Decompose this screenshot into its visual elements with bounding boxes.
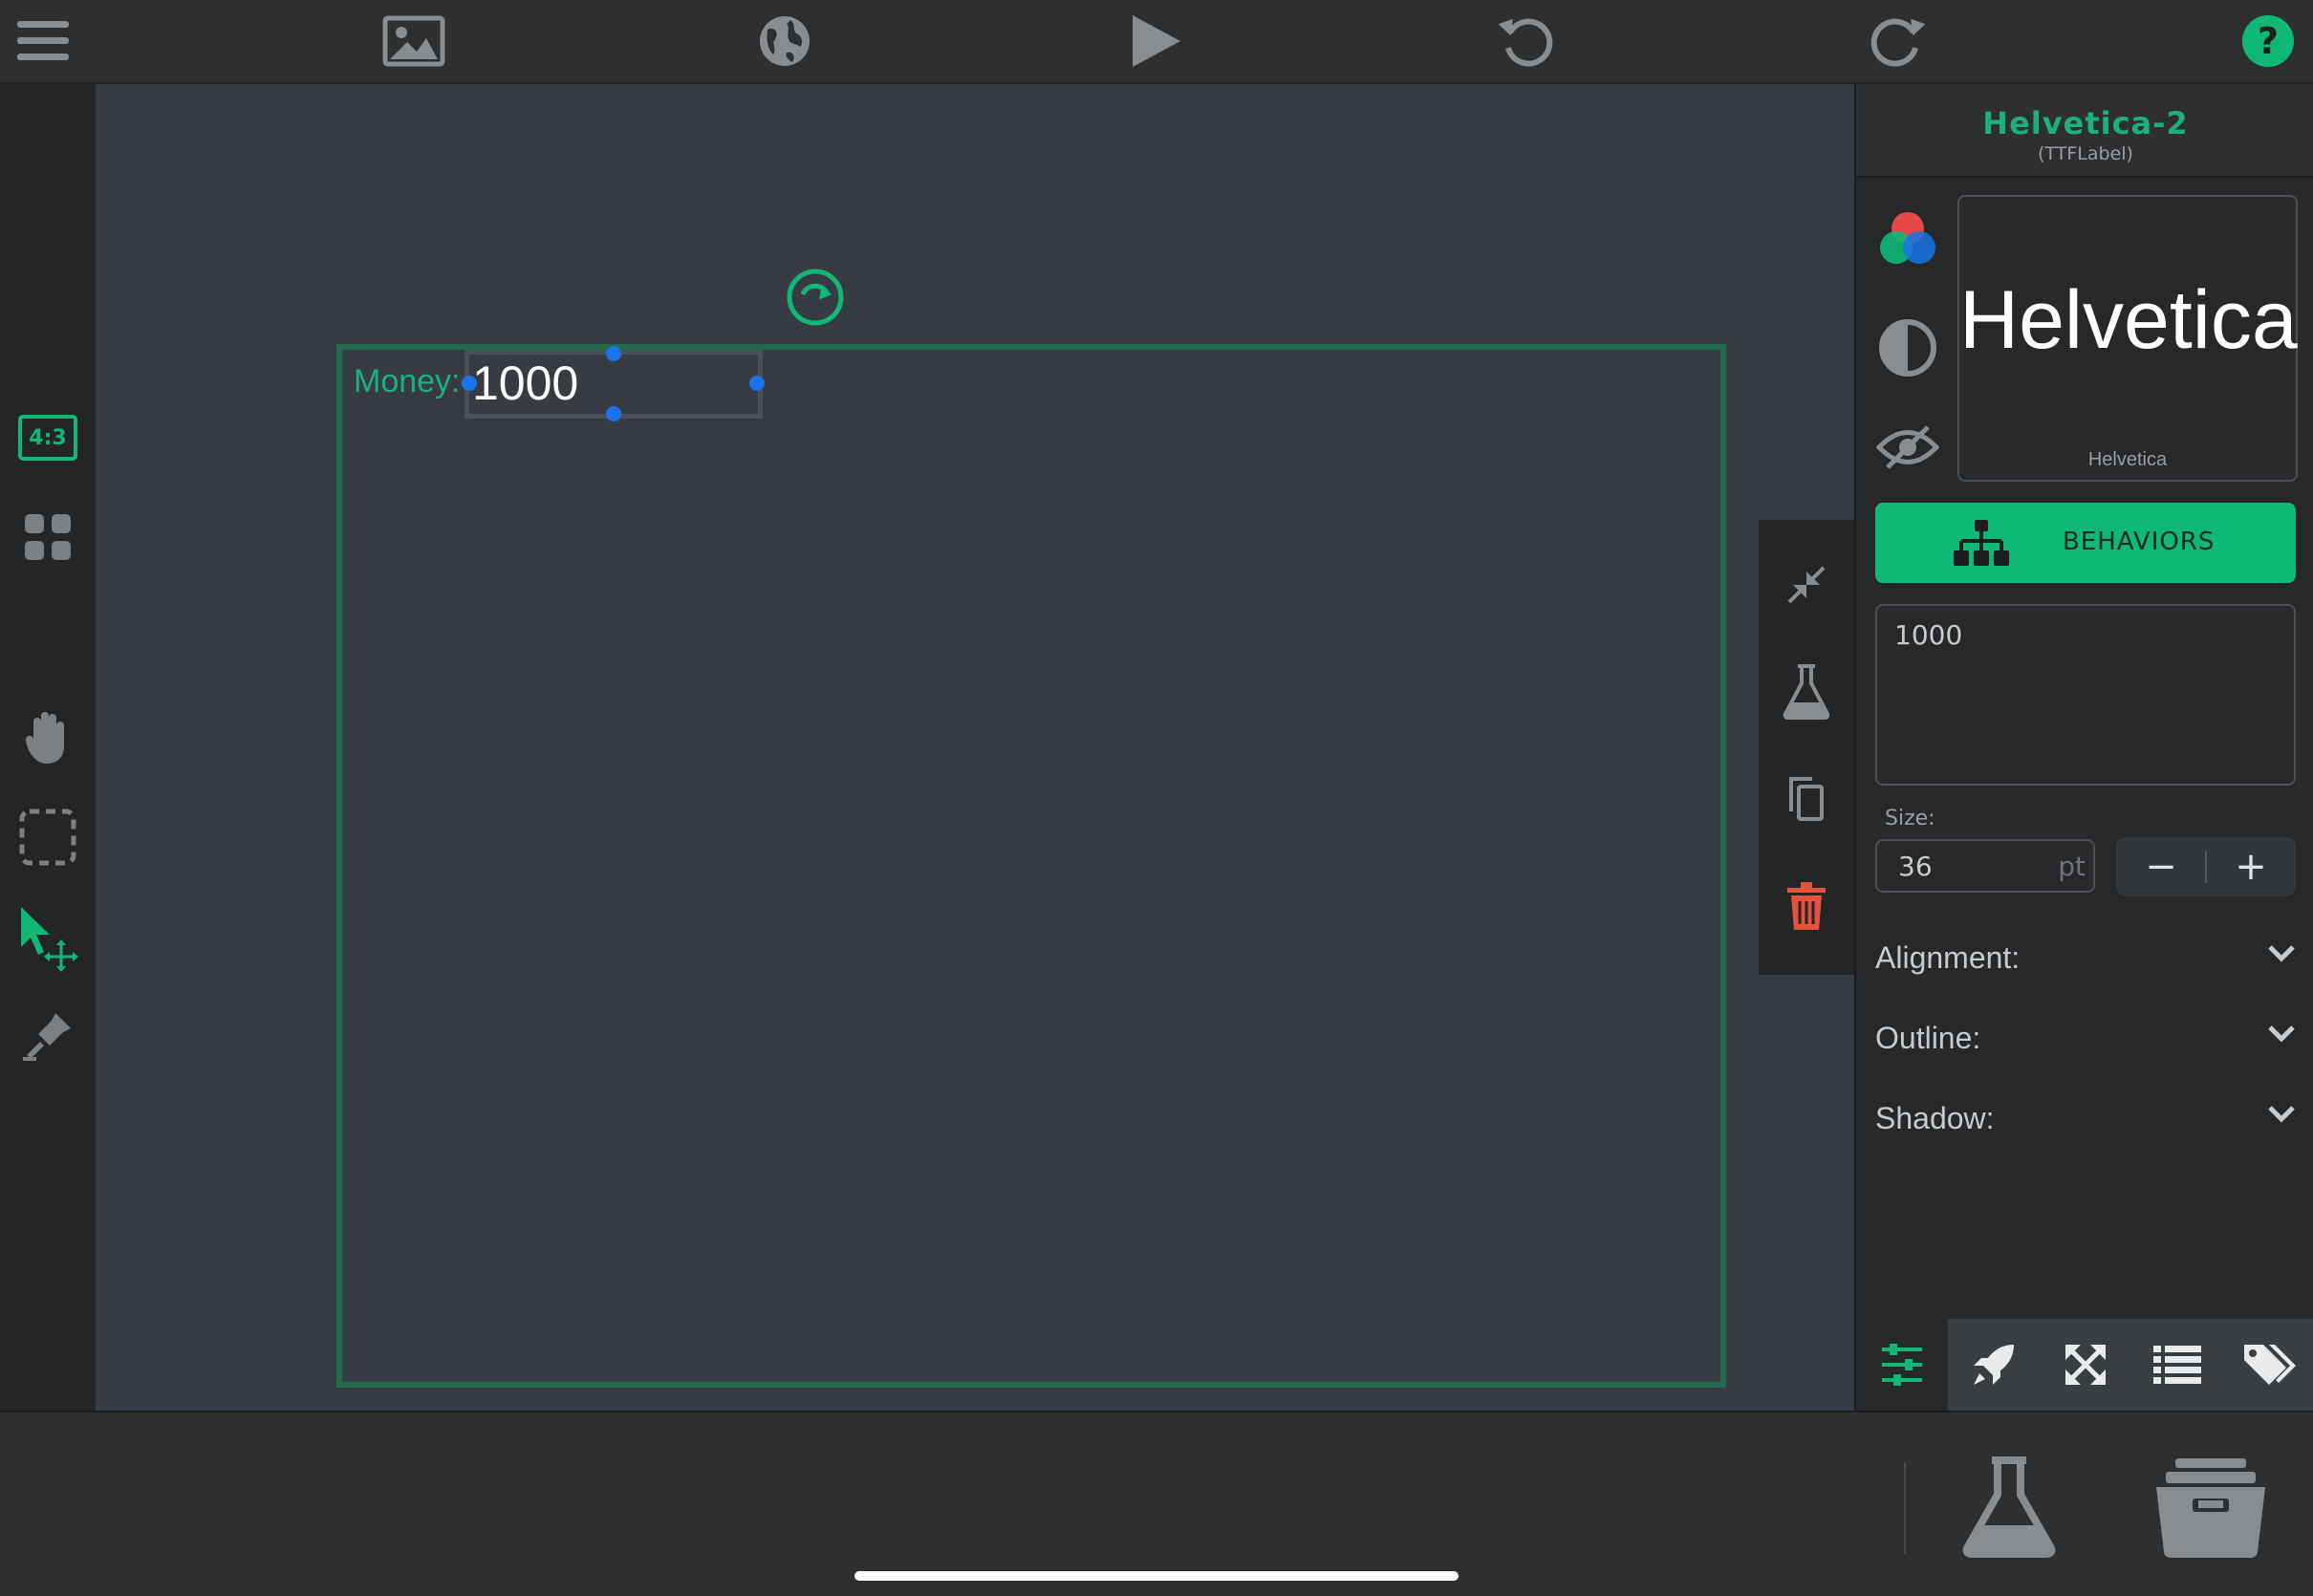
outline-row[interactable]: Outline: (1875, 1009, 2296, 1067)
size-value: 36 (1898, 851, 1933, 882)
flask-icon[interactable] (1774, 659, 1839, 724)
svg-text:?: ? (2258, 20, 2279, 62)
inspector-header: Helvetica-2 (TTFLabel) (1856, 84, 2313, 178)
size-label: Size: (1885, 807, 1935, 830)
play-icon[interactable] (1122, 10, 1189, 73)
chevron-down-icon (2268, 1106, 2295, 1123)
aspect-ratio-button[interactable]: 4:3 (11, 401, 84, 474)
inspector-tabs (1856, 1319, 2313, 1411)
copy-icon[interactable] (1774, 766, 1839, 831)
shadow-row[interactable]: Shadow: (1875, 1089, 2296, 1147)
resize-handle-top[interactable] (606, 346, 621, 361)
rocket-icon[interactable] (1948, 1319, 2040, 1411)
size-input[interactable]: 36 pt (1875, 839, 2095, 893)
hand-icon[interactable] (11, 701, 84, 774)
hierarchy-icon (1954, 520, 2009, 566)
scene-frame[interactable] (336, 344, 1726, 1388)
bottom-divider (1904, 1462, 1906, 1554)
size-stepper: − + (2116, 837, 2296, 896)
collapse-icon[interactable] (1774, 552, 1839, 617)
alignment-label: Alignment: (1875, 940, 2021, 975)
decrease-size-button[interactable]: − (2116, 837, 2206, 896)
move-select-icon[interactable] (11, 902, 84, 975)
home-indicator[interactable] (854, 1571, 1459, 1581)
object-type: (TTFLabel) (2038, 143, 2133, 164)
resize-handle-bottom[interactable] (606, 406, 621, 421)
menu-icon[interactable] (10, 10, 76, 73)
outline-label: Outline: (1875, 1021, 1981, 1055)
object-tools-panel (1759, 520, 1854, 975)
tags-icon[interactable] (2223, 1319, 2313, 1411)
sliders-icon[interactable] (1856, 1319, 1948, 1411)
inspector-panel: Helvetica-2 (TTFLabel) Helvetica Helveti… (1854, 84, 2313, 1411)
stamp-icon[interactable] (11, 1000, 84, 1072)
object-name: Helvetica-2 (1982, 105, 2189, 141)
trash-icon[interactable] (1774, 873, 1839, 938)
resize-handle-left[interactable] (462, 376, 477, 391)
behaviors-button[interactable]: BEHAVIORS (1875, 503, 2296, 583)
marquee-select-icon[interactable] (11, 801, 84, 873)
font-preview[interactable]: Helvetica Helvetica (1957, 195, 2298, 482)
left-tool-rail: 4:3 (0, 84, 96, 1411)
grid-icon[interactable] (11, 501, 84, 573)
size-unit: pt (2058, 851, 2086, 882)
minus-icon: − (2145, 845, 2177, 889)
redo-icon[interactable] (1864, 10, 1931, 73)
behaviors-label: BEHAVIORS (2063, 528, 2216, 556)
aspect-ratio-label: 4:3 (18, 415, 77, 461)
rotate-handle-icon[interactable] (786, 268, 845, 331)
bottom-bar (0, 1411, 2313, 1596)
font-preview-sample: Helvetica (1959, 274, 2298, 366)
flask-icon[interactable] (1961, 1456, 2057, 1558)
money-value-label[interactable]: 1000 (472, 356, 578, 411)
top-toolbar: ? (0, 0, 2313, 84)
contrast-icon[interactable] (1873, 313, 1942, 382)
image-icon[interactable] (380, 10, 447, 73)
archive-icon[interactable] (2154, 1458, 2267, 1558)
list-icon[interactable] (2131, 1319, 2223, 1411)
font-preview-name: Helvetica (2087, 449, 2168, 470)
money-label[interactable]: Money: (354, 363, 461, 400)
chevron-down-icon (2268, 945, 2295, 962)
help-icon[interactable]: ? (2235, 10, 2302, 73)
label-text-field[interactable]: 1000 (1875, 604, 2296, 786)
plus-icon: + (2235, 845, 2267, 889)
visibility-off-icon[interactable] (1873, 413, 1942, 482)
color-icon[interactable] (1873, 205, 1942, 273)
increase-size-button[interactable]: + (2206, 837, 2296, 896)
alignment-row[interactable]: Alignment: (1875, 929, 2296, 986)
undo-icon[interactable] (1493, 10, 1560, 73)
expand-icon[interactable] (2040, 1319, 2131, 1411)
resize-handle-right[interactable] (749, 376, 765, 391)
globe-icon[interactable] (751, 10, 818, 73)
shadow-label: Shadow: (1875, 1101, 1995, 1135)
chevron-down-icon (2268, 1025, 2295, 1043)
